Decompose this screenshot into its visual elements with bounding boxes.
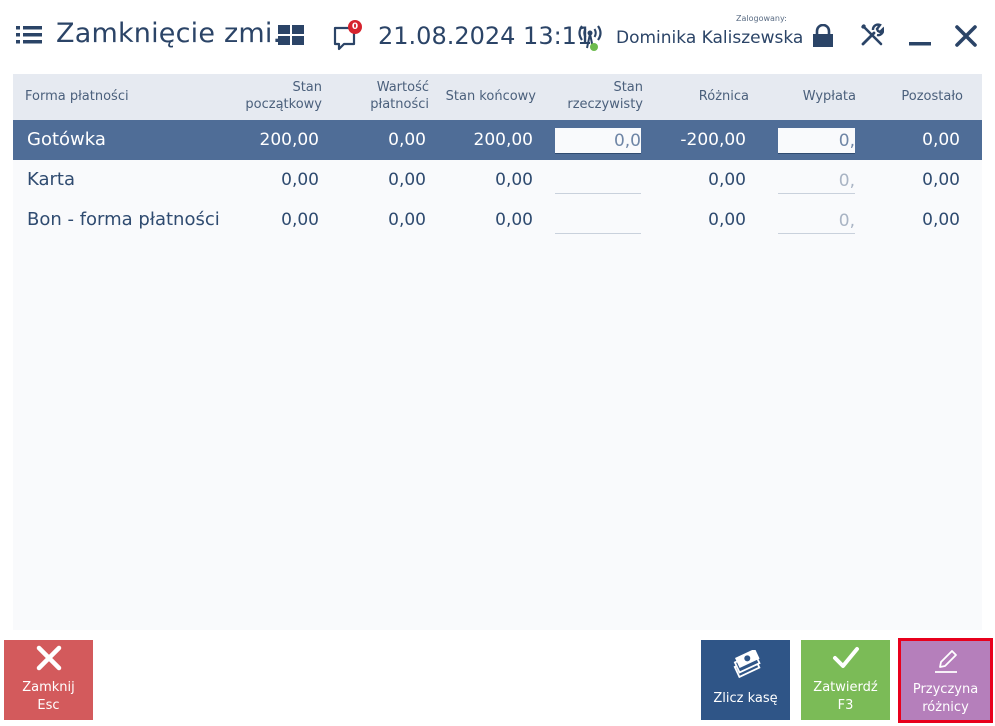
row-name: Bon - forma płatności	[27, 209, 220, 230]
row-opening: 0,00	[281, 170, 319, 190]
table-row-card[interactable]: Karta 0,00 0,00 0,00 0,00 0,00	[13, 160, 982, 200]
difference-reason-button[interactable]: Przyczyna różnicy	[898, 638, 993, 723]
close-button[interactable]: Zamknij Esc	[4, 640, 93, 720]
datetime-display: 21.08.2024 13:11	[378, 22, 593, 50]
column-opening-balance-line1: Stan	[292, 80, 322, 95]
actual-balance-input[interactable]	[555, 128, 641, 154]
column-opening-balance: Stan początkowy	[222, 79, 322, 113]
column-actual-balance-line2: rzeczywisty	[567, 97, 643, 112]
checkmark-icon	[832, 647, 859, 668]
payout-input[interactable]	[778, 128, 855, 154]
notifications-button[interactable]: 0	[332, 20, 364, 52]
confirm-button[interactable]: Zatwierdź F3	[801, 640, 890, 720]
row-remaining: 0,00	[922, 130, 960, 150]
actual-balance-input[interactable]	[555, 168, 641, 194]
connection-signal-icon	[578, 25, 602, 51]
confirm-button-label: Zatwierdź	[813, 680, 878, 695]
column-payout: Wypłata	[802, 89, 856, 104]
row-opening: 200,00	[259, 130, 319, 150]
payout-input[interactable]	[778, 168, 855, 194]
column-actual-balance: Stan rzeczywisty	[543, 79, 643, 113]
close-button-label: Zamknij	[22, 680, 75, 695]
table-row-cash[interactable]: Gotówka 200,00 0,00 200,00 -200,00 0,00	[13, 120, 982, 160]
column-remaining: Pozostało	[901, 89, 963, 104]
close-button-shortcut: Esc	[37, 698, 60, 713]
count-cash-button[interactable]: Zlicz kasę	[701, 640, 790, 720]
header-bar: Zamknięcie zmi... 0 21.08.2024 13:11 Zal…	[0, 0, 995, 72]
column-payment-value-line1: Wartość	[376, 80, 429, 95]
tools-icon[interactable]	[860, 23, 884, 47]
payout-input[interactable]	[778, 208, 855, 234]
column-payment-form: Forma płatności	[25, 89, 129, 104]
row-name: Gotówka	[27, 129, 106, 150]
row-closing: 200,00	[473, 130, 533, 150]
column-closing-balance: Stan końcowy	[445, 89, 536, 104]
minimize-icon[interactable]	[908, 24, 932, 48]
username: Dominika Kaliszewska	[616, 28, 804, 48]
difference-reason-label-line1: Przyczyna	[912, 682, 979, 697]
table-row-voucher[interactable]: Bon - forma płatności 0,00 0,00 0,00 0,0…	[13, 200, 982, 240]
app-window: Zamknięcie zmi... 0 21.08.2024 13:11 Zal…	[0, 0, 995, 726]
grid-view-icon[interactable]	[278, 25, 304, 45]
column-opening-balance-line2: początkowy	[245, 97, 322, 112]
column-actual-balance-line1: Stan	[613, 80, 643, 95]
row-opening: 0,00	[281, 210, 319, 230]
menu-icon[interactable]	[16, 26, 42, 44]
lock-icon[interactable]	[811, 24, 835, 48]
column-payment-value: Wartość płatności	[329, 79, 429, 113]
row-value: 0,00	[388, 170, 426, 190]
logged-in-label: Zalogowany:	[736, 14, 787, 23]
column-difference: Różnica	[698, 89, 749, 104]
row-closing: 0,00	[495, 170, 533, 190]
column-payment-value-line2: płatności	[370, 97, 429, 112]
row-difference: 0,00	[708, 210, 746, 230]
money-stack-icon	[733, 650, 761, 679]
row-remaining: 0,00	[922, 170, 960, 190]
row-difference: -200,00	[680, 130, 746, 150]
page-title: Zamknięcie zmi...	[56, 18, 299, 49]
row-difference: 0,00	[708, 170, 746, 190]
actual-balance-input[interactable]	[555, 208, 641, 234]
row-value: 0,00	[388, 130, 426, 150]
row-closing: 0,00	[495, 210, 533, 230]
table-header: Forma płatności Stan początkowy Wartość …	[13, 74, 982, 120]
confirm-button-shortcut: F3	[837, 698, 854, 713]
close-x-icon	[36, 645, 61, 671]
difference-reason-label-line2: różnicy	[922, 700, 969, 715]
notification-badge: 0	[348, 20, 362, 34]
row-name: Karta	[27, 169, 76, 190]
pencil-icon	[934, 650, 957, 673]
close-window-icon[interactable]	[954, 24, 978, 48]
count-cash-label: Zlicz kasę	[713, 691, 778, 706]
row-value: 0,00	[388, 210, 426, 230]
payment-forms-table: Forma płatności Stan początkowy Wartość …	[13, 74, 982, 630]
row-remaining: 0,00	[922, 210, 960, 230]
